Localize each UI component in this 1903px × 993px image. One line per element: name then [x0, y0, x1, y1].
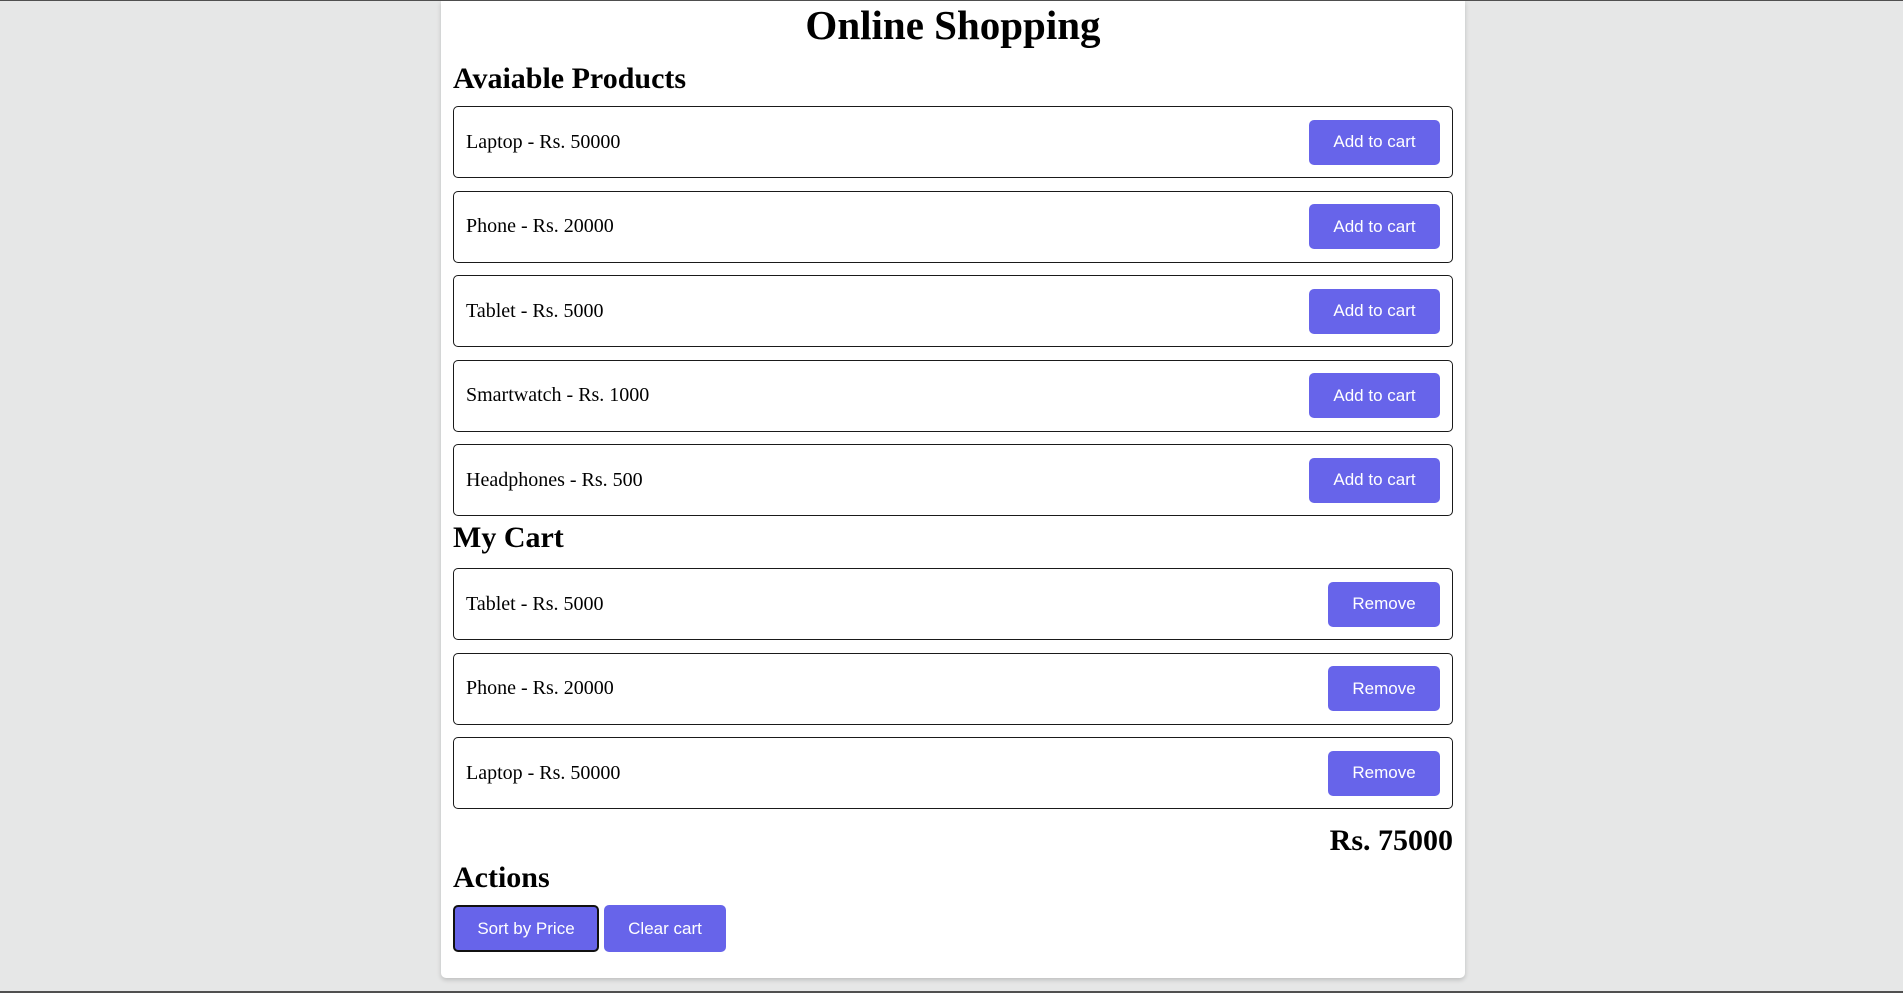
product-list: Laptop - Rs. 50000 Add to cart Phone - R… — [453, 106, 1453, 516]
products-heading: Avaiable Products — [453, 62, 687, 95]
sort-by-price-button[interactable]: Sort by Price — [453, 905, 599, 952]
cart-heading: My Cart — [453, 521, 564, 554]
add-to-cart-button[interactable]: Add to cart — [1309, 457, 1440, 503]
clear-cart-button[interactable]: Clear cart — [604, 905, 726, 952]
cart-item-laptop: Laptop - Rs. 50000 Remove — [453, 737, 1453, 809]
product-label: Smartwatch - Rs. 1000 — [466, 384, 650, 406]
product-item-headphones: Headphones - Rs. 500 Add to cart — [453, 444, 1453, 516]
product-item-laptop: Laptop - Rs. 50000 Add to cart — [453, 106, 1453, 178]
add-to-cart-button[interactable]: Add to cart — [1309, 288, 1440, 334]
product-label: Laptop - Rs. 50000 — [466, 130, 621, 153]
cart-item-phone: Phone - Rs. 20000 Remove — [453, 652, 1453, 725]
cart-item-label: Phone - Rs. 20000 — [466, 677, 614, 699]
shopping-panel: Online Shopping Avaiable Products Laptop… — [441, 1, 1465, 978]
page-title: Online Shopping — [805, 2, 1101, 48]
remove-button[interactable]: Remove — [1328, 666, 1440, 711]
product-item-tablet: Tablet - Rs. 5000 Add to cart — [453, 275, 1453, 347]
cart-list: Tablet - Rs. 5000 Remove Phone - Rs. 200… — [453, 568, 1453, 809]
remove-button[interactable]: Remove — [1328, 581, 1440, 627]
product-item-smartwatch: Smartwatch - Rs. 1000 Add to cart — [453, 359, 1453, 432]
product-item-phone: Phone - Rs. 20000 Add to cart — [453, 190, 1453, 263]
product-label: Phone - Rs. 20000 — [466, 215, 614, 237]
product-label: Headphones - Rs. 500 — [466, 468, 643, 491]
remove-button[interactable]: Remove — [1328, 750, 1440, 796]
add-to-cart-button[interactable]: Add to cart — [1309, 204, 1440, 249]
cart-item-label: Laptop - Rs. 50000 — [466, 761, 621, 784]
cart-item-label: Tablet - Rs. 5000 — [466, 592, 604, 615]
add-to-cart-button[interactable]: Add to cart — [1309, 119, 1440, 165]
add-to-cart-button[interactable]: Add to cart — [1309, 373, 1440, 418]
actions-heading: Actions — [453, 861, 550, 894]
actions-bar: Sort by Price Clear cart — [453, 905, 1453, 952]
cart-total: Rs. 75000 — [1329, 824, 1453, 857]
cart-item-tablet: Tablet - Rs. 5000 Remove — [453, 568, 1453, 640]
product-label: Tablet - Rs. 5000 — [466, 299, 604, 322]
